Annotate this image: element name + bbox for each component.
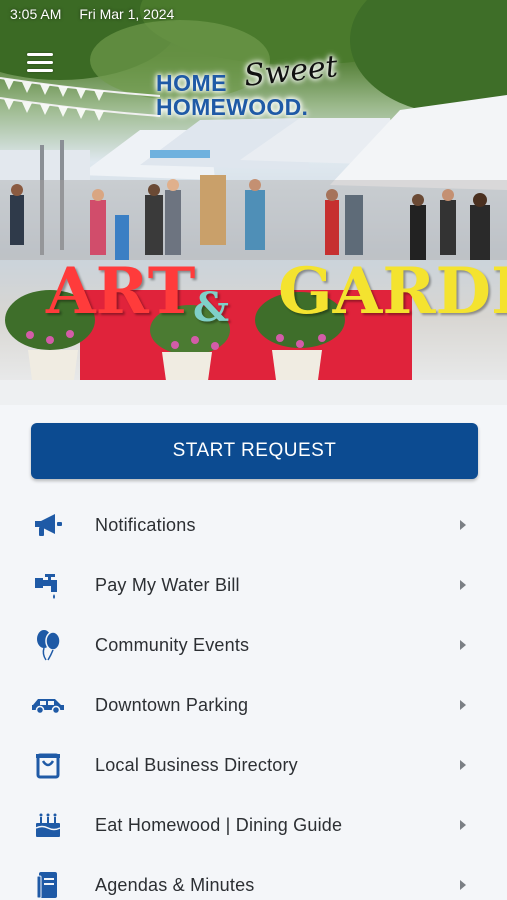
menu-item-agendas-minutes[interactable]: Agendas & Minutes bbox=[0, 855, 507, 900]
menu-item-community-events[interactable]: Community Events bbox=[0, 615, 507, 675]
home-sweet-homewood-logo: HOME Sweet HOMEWOOD. bbox=[156, 49, 356, 124]
sign-ampersand: & bbox=[193, 284, 230, 331]
logo-line-home: HOME bbox=[156, 70, 227, 96]
menu-item-notifications[interactable]: Notifications bbox=[0, 495, 507, 555]
menu-item-label: Notifications bbox=[95, 514, 196, 535]
menu-item-dining-guide[interactable]: Eat Homewood | Dining Guide bbox=[0, 795, 507, 855]
hero-banner: ART & GARDE 3:05 AM Fri Mar 1, 2024 HOME… bbox=[0, 0, 507, 405]
status-bar: 3:05 AM Fri Mar 1, 2024 bbox=[10, 6, 174, 22]
services-menu: Notifications Pay My Water Bill Communit… bbox=[0, 495, 507, 900]
menu-item-label: Downtown Parking bbox=[95, 694, 249, 715]
start-request-button[interactable]: START REQUEST bbox=[31, 423, 478, 479]
menu-item-label: Community Events bbox=[95, 634, 250, 655]
menu-item-pay-water-bill[interactable]: Pay My Water Bill bbox=[0, 555, 507, 615]
cake-icon bbox=[31, 808, 65, 842]
main-content: START REQUEST Notifications Pay My Water… bbox=[0, 405, 507, 900]
chevron-right-icon bbox=[460, 820, 466, 830]
logo-script-sweet: Sweet bbox=[242, 49, 340, 94]
chevron-right-icon bbox=[460, 520, 466, 530]
menu-item-label: Agendas & Minutes bbox=[95, 874, 255, 895]
books-icon bbox=[31, 868, 65, 900]
menu-item-label: Local Business Directory bbox=[95, 754, 298, 775]
balloons-icon bbox=[31, 628, 65, 662]
menu-item-label: Eat Homewood | Dining Guide bbox=[95, 814, 343, 835]
sign-word-garden: GARDE bbox=[278, 254, 507, 329]
menu-item-label: Pay My Water Bill bbox=[95, 574, 240, 595]
hamburger-menu-icon[interactable] bbox=[27, 53, 53, 73]
car-icon bbox=[31, 688, 65, 722]
menu-item-downtown-parking[interactable]: Downtown Parking bbox=[0, 675, 507, 735]
shopping-bag-icon bbox=[31, 748, 65, 782]
chevron-right-icon bbox=[460, 640, 466, 650]
status-time: 3:05 AM bbox=[10, 6, 62, 22]
chevron-right-icon bbox=[460, 700, 466, 710]
water-faucet-icon bbox=[31, 568, 65, 602]
chevron-right-icon bbox=[460, 580, 466, 590]
chevron-right-icon bbox=[460, 760, 466, 770]
megaphone-icon bbox=[31, 508, 65, 542]
menu-item-local-business-directory[interactable]: Local Business Directory bbox=[0, 735, 507, 795]
chevron-right-icon bbox=[460, 880, 466, 890]
status-date: Fri Mar 1, 2024 bbox=[79, 6, 175, 22]
logo-line-homewood: HOMEWOOD. bbox=[156, 94, 309, 120]
sign-word-art: ART bbox=[46, 254, 196, 329]
